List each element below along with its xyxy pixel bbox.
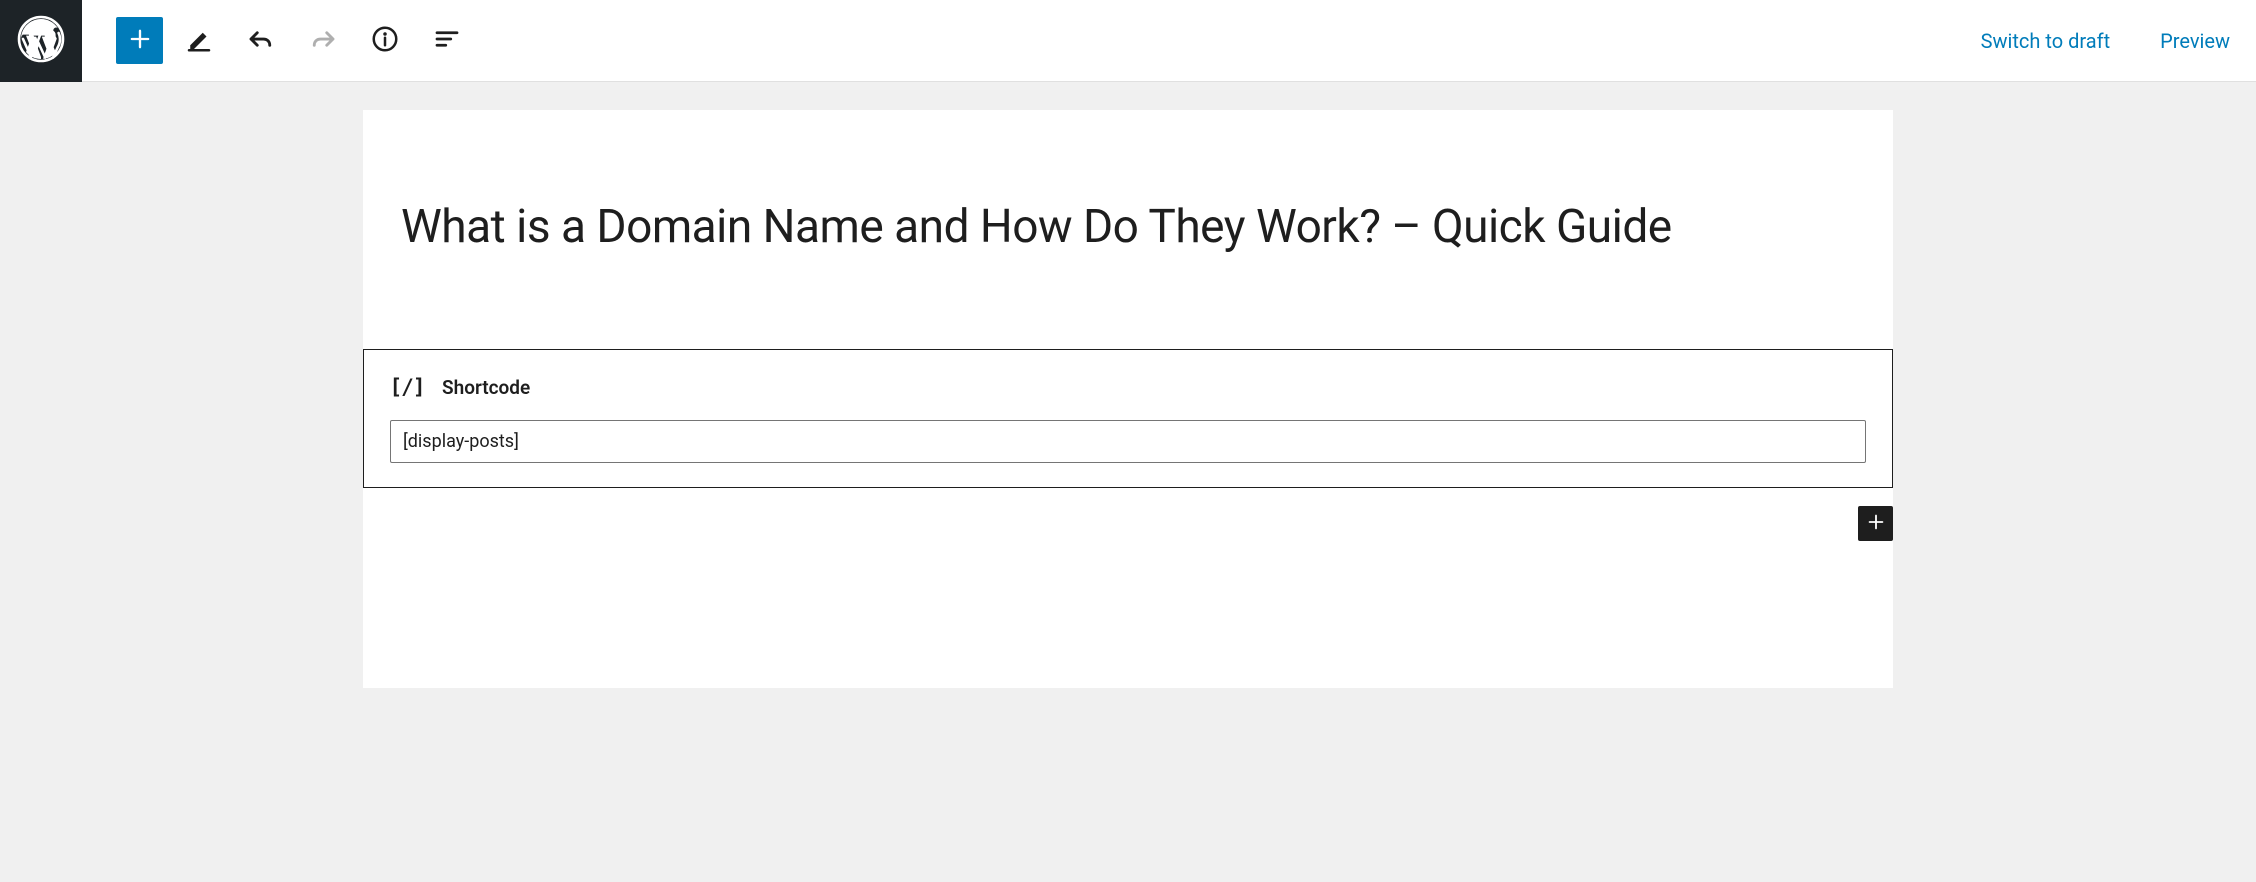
editor-top-bar: Switch to draft Preview [0, 0, 2256, 82]
editor-canvas: What is a Domain Name and How Do They Wo… [363, 110, 1893, 688]
post-title[interactable]: What is a Domain Name and How Do They Wo… [363, 110, 1893, 255]
toolbar-left [82, 15, 473, 67]
pencil-icon [184, 24, 214, 58]
list-view-icon [432, 24, 462, 58]
shortcode-icon: [/] [390, 370, 424, 404]
plus-icon [1865, 511, 1887, 537]
add-block-inline-button[interactable] [1858, 506, 1893, 541]
details-button[interactable] [359, 15, 411, 67]
toolbar-right: Switch to draft Preview [1971, 21, 2256, 61]
shortcode-block[interactable]: [/] Shortcode [363, 349, 1893, 488]
undo-icon [246, 24, 276, 58]
shortcode-label: Shortcode [442, 376, 530, 399]
info-icon [370, 24, 400, 58]
undo-button[interactable] [235, 15, 287, 67]
wordpress-icon [17, 15, 65, 67]
shortcode-input[interactable] [390, 420, 1866, 463]
shortcode-header: [/] Shortcode [390, 370, 1866, 404]
wordpress-logo-button[interactable] [0, 0, 82, 82]
plus-icon [126, 25, 154, 57]
add-block-button[interactable] [116, 17, 163, 64]
editor-area: What is a Domain Name and How Do They Wo… [0, 82, 2256, 688]
tools-button[interactable] [173, 15, 225, 67]
redo-icon [308, 24, 338, 58]
switch-to-draft-button[interactable]: Switch to draft [1971, 21, 2121, 61]
outline-button[interactable] [421, 15, 473, 67]
redo-button[interactable] [297, 15, 349, 67]
preview-button[interactable]: Preview [2150, 21, 2240, 61]
